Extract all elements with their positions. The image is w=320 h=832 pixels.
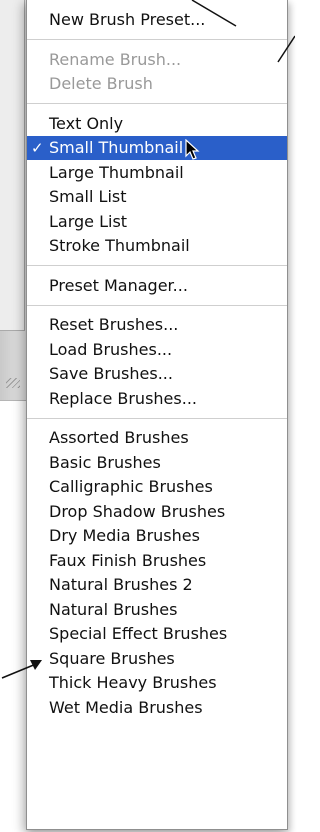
menu-item-label: Stroke Thumbnail xyxy=(49,236,190,255)
menu-separator xyxy=(27,103,287,104)
menu-item-label: Text Only xyxy=(49,114,124,133)
menu-item[interactable]: Thick Heavy Brushes xyxy=(27,671,287,695)
menu-item[interactable]: Basic Brushes xyxy=(27,451,287,475)
menu-item-label: Dry Media Brushes xyxy=(49,526,200,545)
menu-item-label: Reset Brushes... xyxy=(49,315,179,334)
arrow-cursor-icon xyxy=(185,139,200,160)
menu-item[interactable]: Assorted Brushes xyxy=(27,426,287,450)
background-panel xyxy=(0,0,26,401)
menu-item[interactable]: Save Brushes... xyxy=(27,362,287,386)
menu-item-label: Calligraphic Brushes xyxy=(49,477,213,496)
menu-item[interactable]: Large Thumbnail xyxy=(27,161,287,185)
menu-separator xyxy=(27,305,287,306)
menu-item[interactable]: Wet Media Brushes xyxy=(27,696,287,720)
menu-item[interactable]: Dry Media Brushes xyxy=(27,524,287,548)
panel-content xyxy=(0,0,25,331)
menu-item-label: Large Thumbnail xyxy=(49,163,184,182)
menu-item[interactable]: ✓ Small Thumbnail xyxy=(27,136,287,160)
menu-item-label: Faux Finish Brushes xyxy=(49,551,207,570)
menu-item-label: Preset Manager... xyxy=(49,276,188,295)
menu-item[interactable]: New Brush Preset... xyxy=(27,8,287,32)
menu-item: Rename Brush... xyxy=(27,48,287,72)
menu-item-label: Drop Shadow Brushes xyxy=(49,502,226,521)
menu-item[interactable]: Small List xyxy=(27,185,287,209)
menu-item-label: Thick Heavy Brushes xyxy=(49,673,217,692)
menu-item[interactable]: Faux Finish Brushes xyxy=(27,549,287,573)
menu-item[interactable]: Calligraphic Brushes xyxy=(27,475,287,499)
brush-panel-menu: New Brush Preset... Rename Brush... Delete… xyxy=(26,0,288,830)
menu-item[interactable]: Natural Brushes 2 xyxy=(27,573,287,597)
menu-item-label: Assorted Brushes xyxy=(49,428,189,447)
menu-item-label: Basic Brushes xyxy=(49,453,161,472)
menu-item[interactable]: Drop Shadow Brushes xyxy=(27,500,287,524)
menu-item[interactable]: Large List xyxy=(27,210,287,234)
menu-item[interactable]: Load Brushes... xyxy=(27,338,287,362)
menu-item-label: Large List xyxy=(49,212,128,231)
menu-item-label: Delete Brush xyxy=(49,74,153,93)
resize-grip[interactable] xyxy=(6,378,20,388)
menu-item[interactable]: Natural Brushes xyxy=(27,598,287,622)
menu-item-label: Small Thumbnail xyxy=(49,138,184,157)
menu-item: Delete Brush xyxy=(27,72,287,96)
menu-item-label: Square Brushes xyxy=(49,649,175,668)
menu-item[interactable]: Preset Manager... xyxy=(27,274,287,298)
menu-item[interactable]: Text Only xyxy=(27,112,287,136)
menu-item[interactable]: Reset Brushes... xyxy=(27,313,287,337)
menu-item-label: Natural Brushes 2 xyxy=(49,575,193,594)
menu-item-label: Natural Brushes xyxy=(49,600,178,619)
menu-item-label: Special Effect Brushes xyxy=(49,624,228,643)
menu-separator xyxy=(27,39,287,40)
checkmark-icon: ✓ xyxy=(31,139,44,157)
menu-item-label: Load Brushes... xyxy=(49,340,173,359)
menu-separator xyxy=(27,265,287,266)
menu-item-label: Replace Brushes... xyxy=(49,389,197,408)
menu-separator xyxy=(27,418,287,419)
menu-item-label: Save Brushes... xyxy=(49,364,173,383)
menu-item[interactable]: Special Effect Brushes xyxy=(27,622,287,646)
menu-item[interactable]: Square Brushes xyxy=(27,647,287,671)
menu-item-label: New Brush Preset... xyxy=(49,10,206,29)
menu-item[interactable]: Stroke Thumbnail xyxy=(27,234,287,258)
menu-item[interactable]: Replace Brushes... xyxy=(27,387,287,411)
menu-item-label: Small List xyxy=(49,187,127,206)
menu-item-label: Rename Brush... xyxy=(49,50,182,69)
menu-item-label: Wet Media Brushes xyxy=(49,698,203,717)
